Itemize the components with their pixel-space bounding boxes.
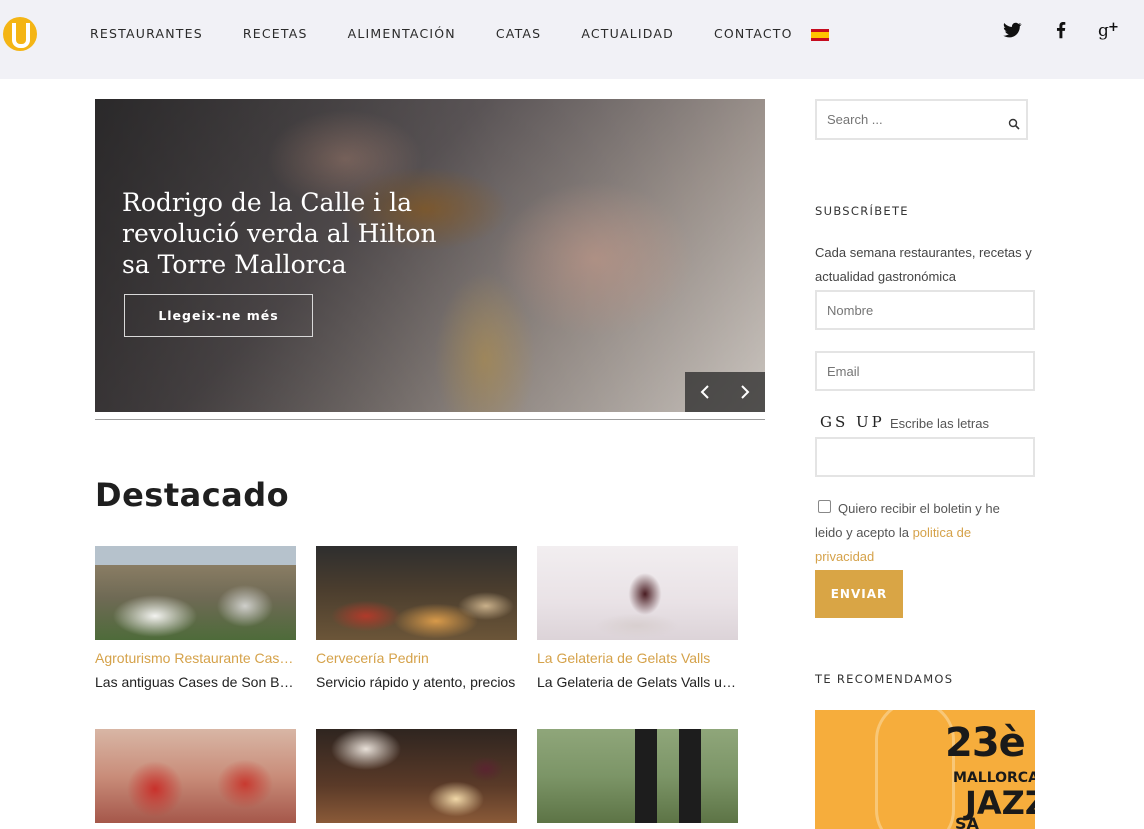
card-title-link[interactable]: Cervecería Pedrin bbox=[316, 650, 517, 666]
nav-recetas[interactable]: RECETAS bbox=[243, 26, 308, 41]
captcha-field bbox=[815, 437, 1035, 477]
search-input[interactable] bbox=[827, 112, 997, 127]
featured-card: La Gelateria de Gelats Valls La Gelateri… bbox=[537, 546, 738, 690]
read-more-button[interactable]: Llegeix-ne més bbox=[124, 294, 313, 337]
card-image[interactable] bbox=[316, 546, 517, 640]
subscribe-heading: SUBSCRÍBETE bbox=[815, 204, 909, 218]
submit-button[interactable]: ENVIAR bbox=[815, 570, 903, 618]
ad-line-3: SA POBLA bbox=[955, 814, 979, 829]
hero-title[interactable]: Rodrigo de la Calle i la revolució verda… bbox=[122, 187, 462, 280]
card-title-link[interactable]: La Gelateria de Gelats Valls bbox=[537, 650, 738, 666]
consent-text: Quiero recibir el boletin y he leido y a… bbox=[815, 497, 1030, 569]
ad-decoration bbox=[875, 710, 955, 829]
nav-actualidad[interactable]: ACTUALIDAD bbox=[581, 26, 674, 41]
recommend-heading: TE RECOMENDAMOS bbox=[815, 672, 954, 686]
card-title-link[interactable]: Agroturismo Restaurante Cases de Son Bar… bbox=[95, 650, 296, 666]
divider bbox=[95, 419, 765, 420]
subscribe-text: Cada semana restaurantes, recetas y actu… bbox=[815, 245, 1032, 284]
card-image[interactable] bbox=[537, 729, 738, 823]
spain-flag-icon[interactable] bbox=[811, 29, 829, 41]
card-image[interactable] bbox=[95, 546, 296, 640]
search-box bbox=[815, 99, 1028, 140]
card-excerpt: Las antiguas Cases de Son Barbassa bbox=[95, 674, 296, 690]
ad-edition: 23è bbox=[945, 720, 1026, 766]
card-image[interactable] bbox=[95, 729, 296, 823]
hero-slider[interactable]: Rodrigo de la Calle i la revolució verda… bbox=[95, 99, 765, 412]
featured-card: Agroturismo Restaurante Cases de Son Bar… bbox=[95, 546, 296, 690]
card-image[interactable] bbox=[316, 729, 517, 823]
svg-text:+: + bbox=[1108, 20, 1119, 35]
featured-card: Cervecería Pedrin Servicio rápido y aten… bbox=[316, 546, 517, 690]
card-excerpt: Servicio rápido y atento, precios bbox=[316, 674, 516, 690]
chevron-left-icon[interactable] bbox=[685, 372, 725, 412]
slider-controls bbox=[685, 372, 765, 412]
google-plus-icon[interactable]: g + bbox=[1098, 18, 1122, 42]
search-icon[interactable] bbox=[1008, 118, 1020, 130]
featured-card bbox=[95, 729, 296, 823]
twitter-icon[interactable] bbox=[1001, 18, 1023, 42]
featured-heading: Destacado bbox=[95, 476, 290, 514]
name-input[interactable] bbox=[827, 303, 1022, 318]
nav-alimentacion[interactable]: ALIMENTACIÓN bbox=[348, 26, 456, 41]
featured-card bbox=[537, 729, 738, 823]
card-excerpt: La Gelateria de Gelats Valls useless bbox=[537, 674, 738, 690]
consent-label: Quiero recibir el boletin y he leido y a… bbox=[815, 501, 1000, 540]
card-image[interactable] bbox=[537, 546, 738, 640]
email-field bbox=[815, 351, 1035, 391]
site-header: RESTAURANTES RECETAS ALIMENTACIÓN CATAS … bbox=[0, 0, 1144, 79]
name-field bbox=[815, 290, 1035, 330]
nav-restaurantes[interactable]: RESTAURANTES bbox=[90, 26, 203, 41]
facebook-icon[interactable] bbox=[1050, 18, 1072, 42]
captcha-input[interactable] bbox=[827, 450, 1022, 465]
jazz-festival-banner[interactable]: 23è MALLORCA JAZZ SA POBLA bbox=[815, 710, 1035, 829]
featured-card bbox=[316, 729, 517, 823]
nav-catas[interactable]: CATAS bbox=[496, 26, 541, 41]
email-input[interactable] bbox=[827, 364, 1022, 379]
chevron-right-icon[interactable] bbox=[725, 372, 765, 412]
captcha-label: Escribe las letras bbox=[890, 416, 989, 431]
captcha-image: GS UP bbox=[820, 413, 885, 431]
site-logo-icon[interactable] bbox=[3, 17, 37, 51]
main-nav: RESTAURANTES RECETAS ALIMENTACIÓN CATAS … bbox=[90, 26, 833, 41]
nav-contacto[interactable]: CONTACTO bbox=[714, 26, 793, 41]
